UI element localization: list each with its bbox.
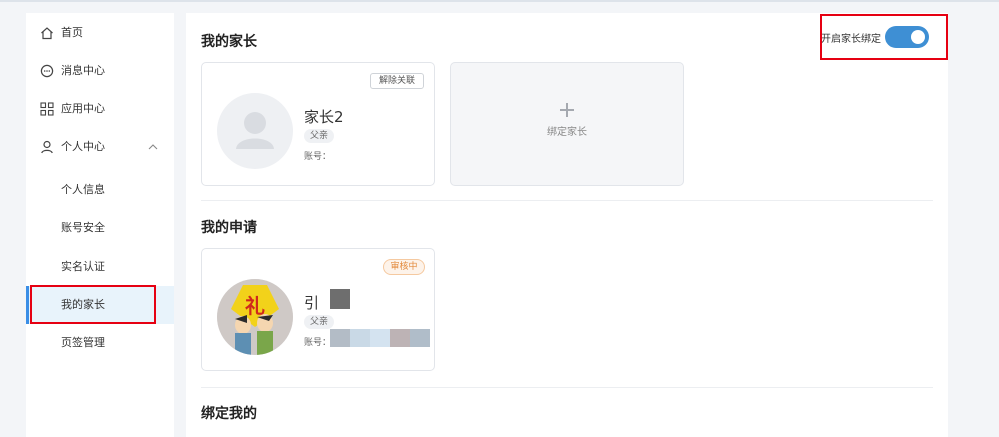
sidebar-item-apps[interactable]: 应用中心	[26, 90, 174, 128]
unbind-button[interactable]: 解除关联	[370, 73, 424, 89]
relation-tag: 父亲	[304, 315, 335, 329]
svg-text:礼: 礼	[245, 294, 265, 318]
default-user-icon	[236, 112, 274, 149]
sidebar-subitem-label: 页签管理	[61, 336, 105, 349]
bind-parent-label: 绑定家长	[547, 127, 587, 138]
redacted-account-block	[330, 329, 350, 347]
parent-name: 家长2	[304, 108, 344, 126]
main-panel: 我的家长 开启家长绑定 家长2 父亲 账号： 解除关联 绑定家长 我的申请 审核…	[186, 13, 948, 437]
chevron-up-icon[interactable]	[146, 140, 160, 154]
home-icon	[41, 27, 53, 40]
message-icon	[40, 64, 54, 78]
sidebar-subitem-tab-management[interactable]: 页签管理	[26, 324, 174, 362]
cartoon-avatar-image: 礼	[217, 279, 293, 355]
redacted-account-block	[410, 329, 430, 347]
sidebar: 首页 消息中心 应用中心 个人中心 个人信息 账号安全 实名认证 我的家长 页签…	[26, 13, 174, 437]
sidebar-subitem-real-name[interactable]: 实名认证	[26, 248, 174, 286]
bind-parent-card[interactable]: 绑定家长	[450, 62, 684, 186]
relation-tag: 父亲	[304, 129, 335, 143]
account-label: 账号：	[304, 152, 332, 162]
redacted-account-block	[350, 329, 370, 347]
redacted-account-block	[370, 329, 390, 347]
user-icon	[41, 140, 53, 154]
plus-icon	[560, 103, 574, 117]
apps-icon	[40, 102, 54, 116]
account-label: 账号：	[304, 338, 332, 348]
parent-card: 家长2 父亲 账号： 解除关联	[201, 62, 435, 186]
status-badge: 审核中	[383, 259, 425, 275]
sidebar-subitem-label: 实名认证	[61, 260, 105, 273]
request-card: 审核中 礼 引 父亲 账号：	[201, 248, 435, 371]
redacted-account-block	[390, 329, 410, 347]
section-title-my-parents: 我的家长	[201, 34, 257, 50]
sidebar-item-label: 应用中心	[61, 102, 105, 115]
highlight-box-toggle	[820, 14, 948, 60]
section-divider	[201, 200, 933, 201]
highlight-box-sidebar	[30, 285, 156, 324]
section-title-bound-me: 绑定我的	[201, 406, 257, 422]
section-title-my-requests: 我的申请	[201, 220, 257, 236]
sidebar-item-label: 首页	[61, 26, 83, 39]
sidebar-item-personal-center[interactable]: 个人中心	[26, 128, 174, 166]
sidebar-subitem-personal-info[interactable]: 个人信息	[26, 171, 174, 209]
sidebar-item-home[interactable]: 首页	[26, 14, 174, 52]
section-divider	[201, 387, 933, 388]
sidebar-item-label: 个人中心	[61, 140, 105, 153]
sidebar-subitem-label: 账号安全	[61, 221, 105, 234]
top-border	[0, 0, 999, 2]
sidebar-subitem-label: 个人信息	[61, 183, 105, 196]
redacted-name-block	[330, 289, 350, 309]
avatar: 礼	[217, 279, 293, 355]
avatar-placeholder	[217, 93, 293, 169]
sidebar-subitem-account-security[interactable]: 账号安全	[26, 209, 174, 247]
sidebar-item-label: 消息中心	[61, 64, 105, 77]
applicant-name: 引	[304, 294, 320, 312]
sidebar-item-messages[interactable]: 消息中心	[26, 52, 174, 90]
